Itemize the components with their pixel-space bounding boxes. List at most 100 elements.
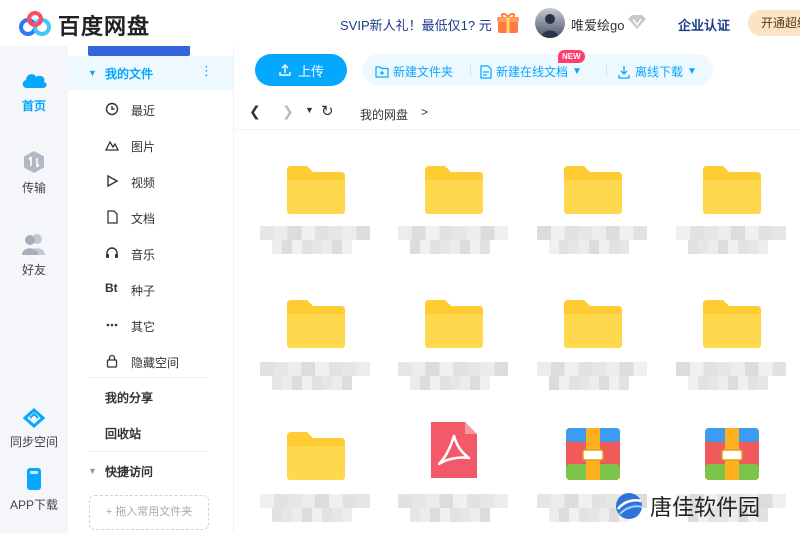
folder-item[interactable] [532, 294, 652, 424]
sidebar: ▼ 我的文件 ⋮ 最近 图片 视频 文档 音乐 Bt 种子 其它 隐藏空间 我的… [68, 46, 234, 533]
sidebar-item-images[interactable]: 图片 [68, 127, 233, 163]
top-bar: 百度网盘 SVIP新人礼！最低仅1? 元 唯爱绘go 企业认证 开通超级 [0, 0, 800, 46]
blurred-filename [537, 226, 652, 254]
new-folder-button[interactable]: 新建文件夹 [375, 63, 453, 80]
new-folder-icon [375, 66, 389, 78]
bt-icon: Bt [105, 281, 118, 295]
folder-icon [423, 294, 485, 350]
sidebar-item-other[interactable]: 其它 [68, 307, 233, 343]
blurred-filename [676, 362, 791, 390]
sidebar-item-hidden-space[interactable]: 隐藏空间 [68, 343, 233, 379]
expand-triangle-icon[interactable]: ▼ [88, 466, 97, 476]
doc-icon [107, 210, 118, 224]
folder-item[interactable] [671, 294, 791, 424]
friends-icon [22, 234, 45, 255]
sidebar-item-recycle-bin[interactable]: 回收站 [105, 425, 141, 442]
sidebar-item-music[interactable]: 音乐 [68, 235, 233, 271]
folder-icon [423, 160, 485, 216]
toolbar-separator [606, 63, 607, 77]
upload-icon [279, 64, 291, 76]
blurred-filename [398, 494, 513, 522]
sidebar-item-torrents[interactable]: Bt 种子 [68, 271, 233, 307]
blurred-filename [398, 226, 513, 254]
new-online-doc-button[interactable]: 新建在线文档 ▼ [480, 63, 582, 80]
phone-icon [27, 468, 41, 490]
folder-icon [562, 294, 624, 350]
username[interactable]: 唯爱绘go [571, 15, 624, 34]
toolbar-actions: 新建文件夹 新建在线文档 ▼ 离线下载 ▼ [363, 54, 713, 86]
sidebar-item-my-files[interactable]: ▼ 我的文件 ⋮ [68, 56, 233, 90]
drop-common-folder-zone[interactable]: + 拖入常用文件夹 [89, 495, 209, 530]
left-rail: 首页 传输 好友 同步空间 APP下载 [0, 46, 68, 533]
dropdown-triangle-icon: ▼ [572, 66, 582, 77]
folder-icon [285, 294, 347, 350]
app-title: 百度网盘 [58, 15, 151, 40]
rail-item-sync[interactable]: 同步空间 [0, 408, 68, 450]
globe-logo-icon [616, 493, 643, 519]
open-vip-button[interactable]: 开通超级 [748, 10, 800, 36]
sync-icon [23, 408, 45, 428]
folder-item[interactable] [671, 160, 791, 290]
pdf-file-item[interactable] [393, 422, 513, 533]
rail-item-app-download[interactable]: APP下载 [0, 467, 68, 513]
svip-promo-link[interactable]: SVIP新人礼！最低仅1? 元 [340, 15, 492, 34]
folder-icon [285, 426, 347, 482]
breadcrumb-root[interactable]: 我的网盘 [360, 106, 408, 123]
play-icon [107, 174, 119, 188]
enterprise-auth-link[interactable]: 企业认证 [678, 15, 730, 34]
lock-icon [106, 354, 118, 368]
archive-icon [562, 426, 624, 482]
folder-item[interactable] [393, 160, 513, 290]
sidebar-item-recent[interactable]: 最近 [68, 91, 233, 127]
back-arrow-icon[interactable]: ❮ [249, 103, 261, 120]
folder-icon [701, 160, 763, 216]
blurred-filename [537, 362, 652, 390]
sidebar-item-videos[interactable]: 视频 [68, 163, 233, 199]
forward-arrow-icon[interactable]: ❯ [282, 103, 294, 120]
blurred-filename [260, 362, 375, 390]
transfer-icon [24, 151, 44, 173]
folder-item[interactable] [393, 294, 513, 424]
main-content: 上传 新建文件夹 新建在线文档 ▼ 离线下载 ▼ NEW ❮ ❯ ▼ ↻ 我的网… [235, 46, 800, 533]
dropdown-triangle-icon: ▼ [687, 66, 697, 77]
history-dropdown-icon[interactable]: ▼ [305, 105, 314, 115]
folder-item[interactable] [532, 160, 652, 290]
clock-icon [105, 102, 119, 116]
blurred-filename [676, 226, 791, 254]
folder-icon [285, 160, 347, 216]
folder-item[interactable] [255, 160, 375, 290]
cloud-icon [22, 74, 47, 88]
breadcrumb-separator: > [421, 105, 429, 119]
folder-icon [701, 294, 763, 350]
upload-button[interactable]: 上传 [255, 54, 347, 86]
more-options-icon[interactable]: ⋮ [200, 63, 213, 79]
watermark: 唐佳软件园 [614, 490, 760, 522]
blurred-filename [260, 226, 375, 254]
new-badge: NEW [558, 50, 585, 63]
sidebar-quick-access[interactable]: 快捷访问 [105, 463, 153, 480]
folder-item[interactable] [255, 294, 375, 424]
blurred-filename [260, 494, 375, 522]
sidebar-item-docs[interactable]: 文档 [68, 199, 233, 235]
rail-item-transfer[interactable]: 传输 [0, 150, 68, 196]
avatar[interactable] [535, 8, 565, 38]
pdf-icon [423, 420, 485, 478]
download-icon [618, 65, 630, 79]
archive-icon [701, 426, 763, 482]
gift-icon[interactable] [496, 12, 520, 34]
offline-download-button[interactable]: 离线下载 ▼ [617, 63, 697, 80]
folder-icon [562, 160, 624, 216]
rail-item-friends[interactable]: 好友 [0, 232, 68, 278]
navigation-row: ❮ ❯ ▼ ↻ 我的网盘 > [235, 96, 800, 130]
image-icon [105, 140, 119, 151]
online-doc-icon [480, 64, 492, 79]
refresh-icon[interactable]: ↻ [321, 102, 334, 120]
sidebar-item-my-share[interactable]: 我的分享 [105, 389, 153, 406]
more-icon [106, 323, 118, 327]
folder-item[interactable] [255, 426, 375, 533]
vip-diamond-icon[interactable] [627, 14, 647, 30]
toolbar-separator [470, 63, 471, 77]
app-logo[interactable]: 百度网盘 [18, 9, 150, 41]
sidebar-accent-bar [88, 46, 190, 56]
rail-item-home[interactable]: 首页 [0, 68, 68, 114]
